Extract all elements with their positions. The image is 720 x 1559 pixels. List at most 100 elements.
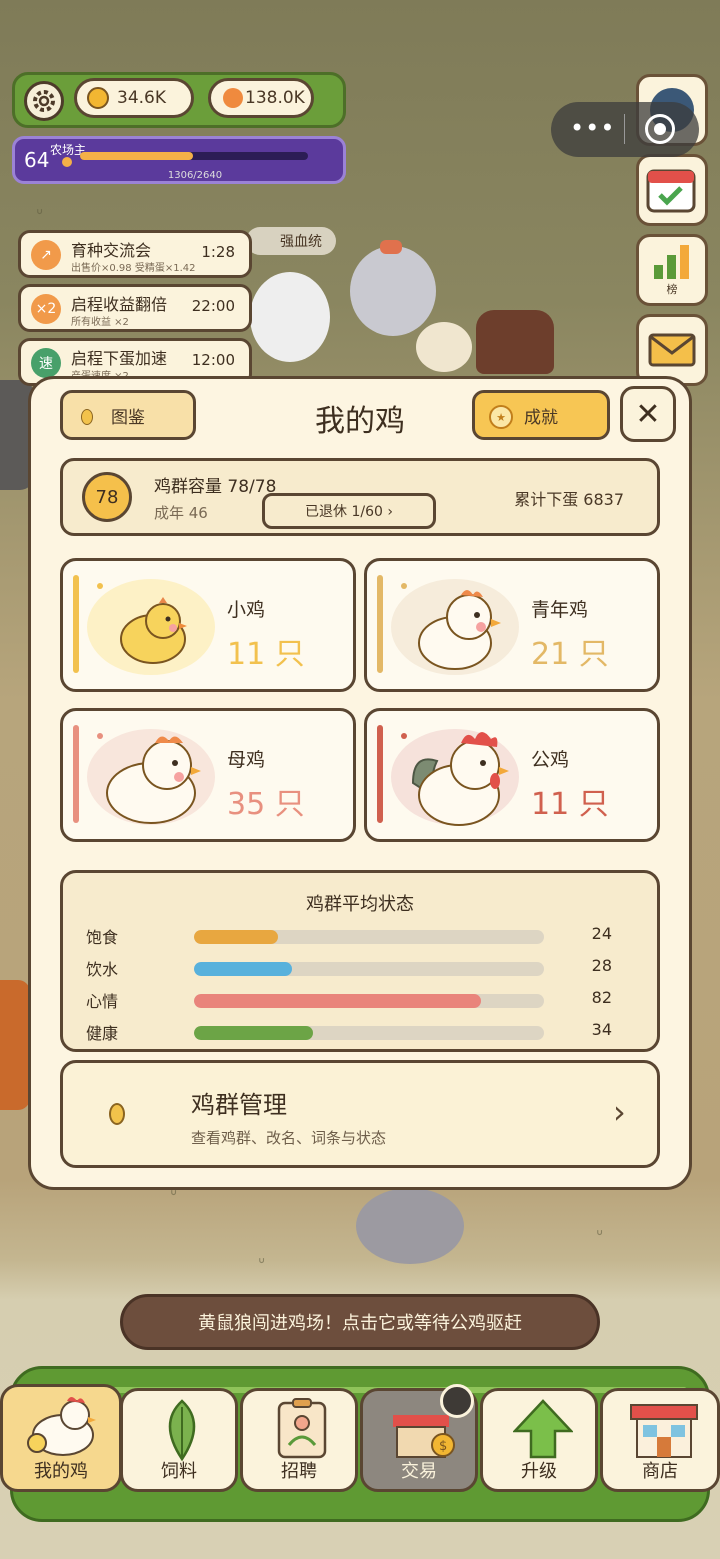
capsule-divider (624, 114, 625, 144)
coin-counter[interactable]: 34.6K (74, 78, 194, 118)
nav-label: 交易 (401, 1461, 437, 1482)
gem-icon (223, 88, 243, 108)
card-stripe (377, 725, 383, 823)
status-fill (194, 994, 481, 1008)
achievement-button[interactable]: ★ 成就 (472, 390, 610, 440)
id-badge-icon (277, 1398, 327, 1459)
trend-up-icon: ↗ (31, 240, 61, 270)
nav-upgrade[interactable]: 升级 (480, 1388, 598, 1492)
nav-label: 升级 (521, 1461, 557, 1482)
golden-egg-icon (109, 1103, 125, 1125)
status-track (194, 994, 544, 1008)
leaf-icon (168, 1399, 196, 1461)
coin-amount: 34.6K (117, 88, 166, 108)
background-chicken[interactable] (356, 1188, 464, 1264)
nav-feed[interactable]: 饲料 (120, 1388, 238, 1492)
calendar-icon (646, 169, 696, 213)
nav-label: 招聘 (281, 1461, 317, 1482)
grass-tuft: ᐡ (596, 1226, 604, 1247)
status-row-satiety: 饱食 24 (86, 924, 616, 948)
status-track (194, 1026, 544, 1040)
gem-amount: 138.0K (245, 88, 305, 108)
xp-text: 1306/2640 (167, 170, 223, 181)
svg-text:$: $ (439, 1439, 447, 1454)
background-chicken[interactable] (250, 272, 330, 362)
status-track (194, 962, 544, 976)
xp-progress (80, 152, 308, 160)
bar-chart-icon (654, 245, 689, 279)
status-fill (194, 930, 278, 944)
buff-timer: 1:28 (201, 243, 235, 261)
buff-subtitle: 所有收益 ×2 (71, 317, 129, 328)
star-icon: ★ (489, 405, 513, 429)
close-button[interactable]: ✕ (620, 386, 676, 442)
card-stripe (377, 575, 383, 673)
card-name: 公鸡 (531, 749, 570, 771)
young-chicken-card[interactable]: 青年鸡 21 只 (364, 558, 660, 692)
egg-icon (81, 409, 93, 425)
card-count: 11 只 (227, 637, 305, 672)
nav-recruit[interactable]: 招聘 (240, 1388, 358, 1492)
nav-label: 我的鸡 (34, 1461, 88, 1482)
young-chicken-icon (418, 590, 501, 670)
status-track (194, 930, 544, 944)
chick-card[interactable]: 小鸡 11 只 (60, 558, 356, 692)
ranking-button[interactable]: 榜 (636, 234, 708, 306)
rooster-card[interactable]: 公鸡 11 只 (364, 708, 660, 842)
status-value: 24 (591, 924, 612, 943)
status-row-health: 健康 34 (86, 1020, 616, 1044)
grass-tuft: ᐡ (36, 205, 44, 226)
card-name: 母鸡 (227, 749, 266, 771)
speed-icon: 速 (31, 348, 61, 378)
lock-icon (440, 1384, 474, 1418)
card-count: 21 只 (531, 637, 609, 672)
hen-card[interactable]: 母鸡 35 只 (60, 708, 356, 842)
hen-icon (106, 736, 201, 824)
nav-my-chickens[interactable]: 我的鸡 (0, 1384, 122, 1492)
settings-button[interactable] (24, 81, 64, 121)
weasel-alert-toast[interactable]: 黄鼠狼闯进鸡场！点击它或等待公鸡驱赶 (120, 1294, 600, 1350)
buff-title: 育种交流会 (71, 241, 152, 260)
buff-row[interactable]: ×2 启程收益翻倍 所有收益 ×2 22:00 (18, 284, 252, 332)
buff-title: 启程下蛋加速 (71, 349, 168, 368)
player-level: 64 (24, 148, 50, 172)
bloodline-tag[interactable]: 强血统 (246, 227, 336, 255)
status-label: 心情 (86, 992, 119, 1011)
capacity-badge: 78 (82, 472, 132, 522)
egg-basket[interactable] (476, 310, 554, 374)
status-value: 28 (591, 956, 612, 975)
management-title: 鸡群管理 (191, 1091, 287, 1119)
status-label: 健康 (86, 1024, 119, 1043)
status-row-water: 饮水 28 (86, 956, 616, 980)
buff-row[interactable]: ↗ 育种交流会 出售价×0.98 受精蛋×1.42 1:28 (18, 230, 252, 278)
total-eggs: 累计下蛋 6837 (514, 490, 624, 509)
buff-subtitle: 出售价×0.98 受精蛋×1.42 (71, 263, 196, 274)
grass-tuft: ᐡ (258, 1254, 266, 1275)
nav-shop[interactable]: 商店 (600, 1388, 720, 1492)
adult-count: 成年 46 (154, 504, 208, 522)
nav-label: 商店 (642, 1461, 678, 1482)
card-stripe (73, 575, 79, 673)
ranking-label: 榜 (666, 283, 678, 296)
flock-management-button[interactable]: 鸡群管理 查看鸡群、改名、词条与状态 › (60, 1060, 660, 1168)
side-building (0, 980, 30, 1110)
card-count: 11 只 (531, 787, 609, 822)
card-count: 35 只 (227, 787, 305, 822)
chicken-icon (27, 1397, 96, 1456)
checkin-button[interactable] (636, 154, 708, 226)
background-chicken[interactable] (416, 322, 472, 372)
gem-counter[interactable]: 138.0K (208, 78, 314, 118)
card-name: 青年鸡 (531, 599, 589, 621)
xp-progress-fill (80, 152, 193, 160)
achievement-label: 成就 (524, 407, 558, 428)
close-program-icon[interactable] (645, 114, 675, 144)
status-label: 饱食 (86, 928, 119, 947)
more-menu-icon[interactable]: ••• (570, 114, 615, 142)
retired-button[interactable]: 已退休 1/60 › (262, 493, 436, 529)
background-chicken[interactable] (350, 246, 436, 336)
rooster-icon (411, 732, 509, 826)
double-icon: ×2 (31, 294, 61, 324)
encyclopedia-button[interactable]: 图鉴 (60, 390, 196, 440)
status-value: 82 (591, 988, 612, 1007)
encyclopedia-label: 图鉴 (111, 407, 145, 428)
